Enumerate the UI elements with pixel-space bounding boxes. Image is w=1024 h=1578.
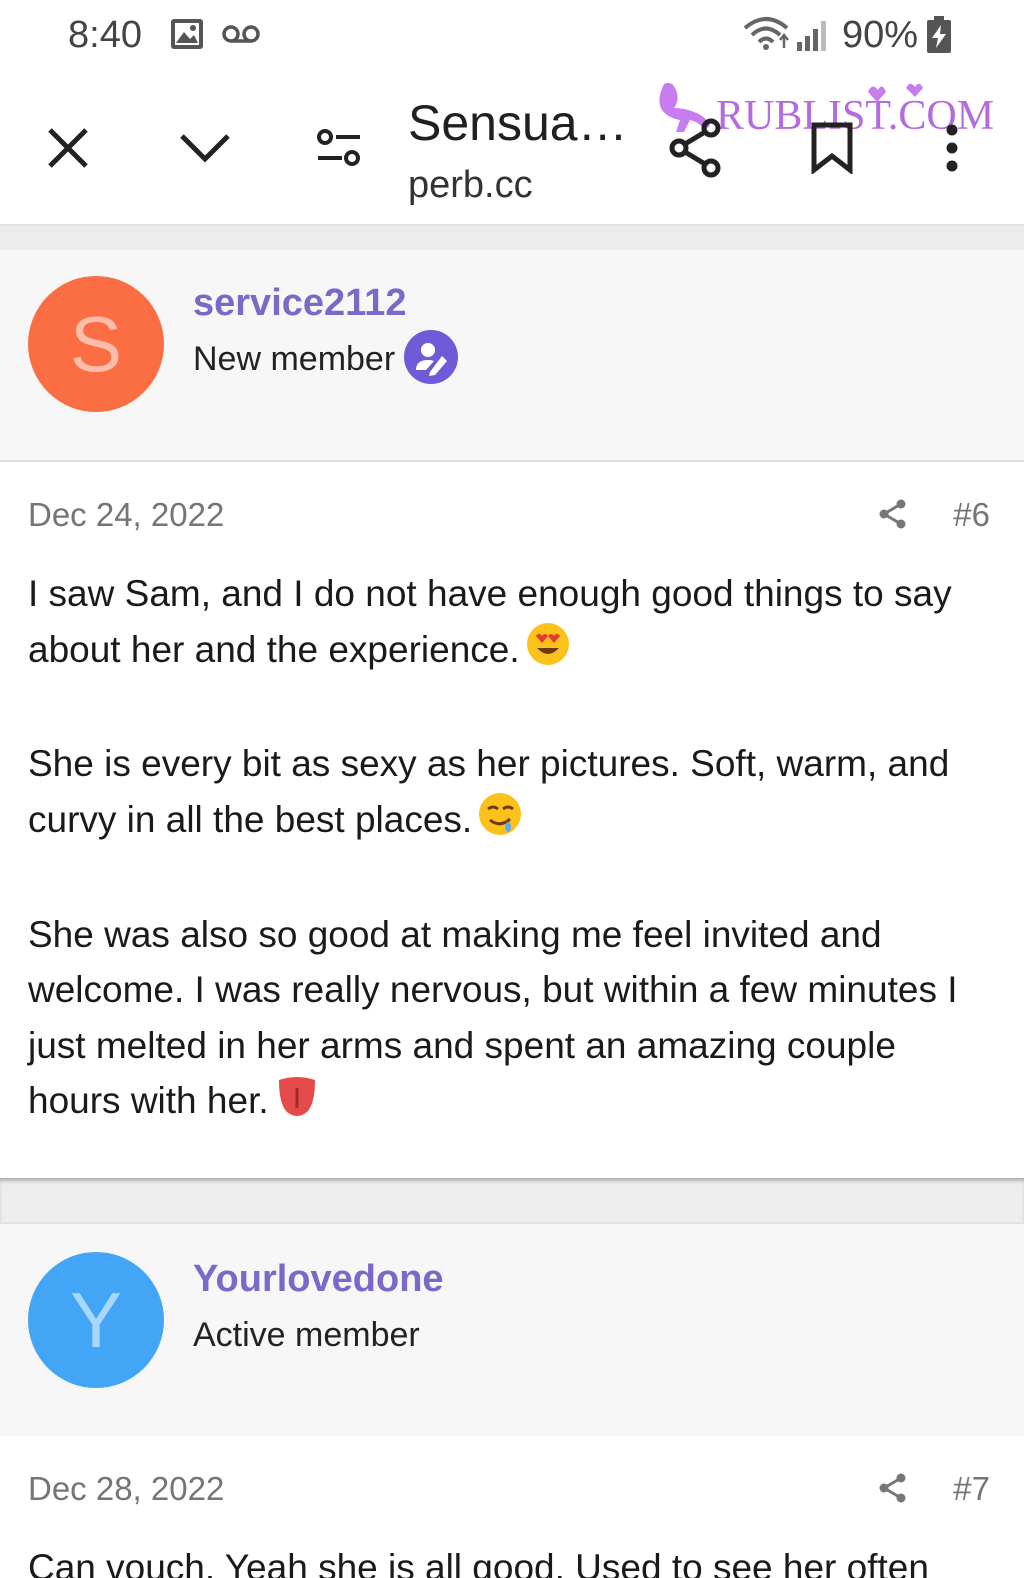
page-title: Sensua… (408, 95, 628, 151)
status-time: 8:40 (68, 14, 142, 56)
username[interactable]: service2112 (193, 282, 406, 325)
close-icon[interactable] (46, 126, 90, 175)
avatar[interactable]: Y (28, 1252, 164, 1388)
post-content: Can vouch. Yeah she is all good. Used to… (28, 1540, 988, 1578)
avatar[interactable]: S (28, 276, 164, 412)
post-paragraph: She was also so good at making me feel i… (28, 907, 988, 1133)
voicemail-icon (222, 24, 260, 49)
post-content: I saw Sam, and I do not have enough good… (28, 566, 988, 1188)
tune-icon[interactable] (316, 128, 364, 173)
chevron-down-icon[interactable] (178, 130, 232, 169)
status-bar: 8:40 90% (0, 0, 1024, 72)
heart-eyes-emoji-icon (526, 622, 570, 682)
share-icon[interactable] (668, 118, 724, 183)
post: Dec 24, 2022 #6 I saw Sam, and I do not … (0, 462, 1024, 1178)
post-date[interactable]: Dec 24, 2022 (28, 496, 224, 534)
battery-charging-icon (926, 16, 952, 59)
bookmark-icon[interactable] (810, 122, 854, 179)
tongue-emoji-icon (275, 1074, 319, 1134)
post-separator (0, 1178, 1024, 1222)
post-number[interactable]: #6 (953, 496, 990, 534)
share-icon[interactable] (878, 1472, 908, 1509)
user-role: Active member (193, 1316, 420, 1354)
toolbar-divider (0, 224, 1024, 250)
paragraph-text: I saw Sam, and I do not have enough good… (28, 573, 952, 670)
battery-percent: 90% (842, 14, 919, 56)
post-paragraph: She is every bit as sexy as her pictures… (28, 736, 988, 851)
page-domain: perb.cc (408, 164, 533, 206)
paragraph-text: She was also so good at making me feel i… (28, 913, 958, 1122)
post-author-header: Y Yourlovedone Active member (0, 1222, 1024, 1438)
share-icon[interactable] (878, 498, 908, 535)
signal-icon (796, 18, 830, 57)
custom-tab-toolbar: Sensua… perb.cc RUBLIST.COM (0, 72, 1024, 224)
post-date[interactable]: Dec 28, 2022 (28, 1470, 224, 1508)
user-role: New member (193, 340, 396, 378)
post-number[interactable]: #7 (953, 1470, 990, 1508)
image-icon (170, 18, 204, 55)
post-paragraph: Can vouch. Yeah she is all good. Used to… (28, 1540, 988, 1578)
post: Dec 28, 2022 #7 Can vouch. Yeah she is a… (0, 1436, 1024, 1578)
wifi-icon (742, 16, 790, 57)
paragraph-text: Can vouch. Yeah she is all good. Used to… (28, 1547, 929, 1578)
drooling-face-emoji-icon (478, 792, 522, 852)
edit-badge-icon (404, 330, 458, 384)
username[interactable]: Yourlovedone (193, 1258, 444, 1301)
post-author-header: S service2112 New member (0, 250, 1024, 462)
more-vert-icon[interactable] (944, 124, 960, 177)
post-paragraph: I saw Sam, and I do not have enough good… (28, 566, 988, 681)
